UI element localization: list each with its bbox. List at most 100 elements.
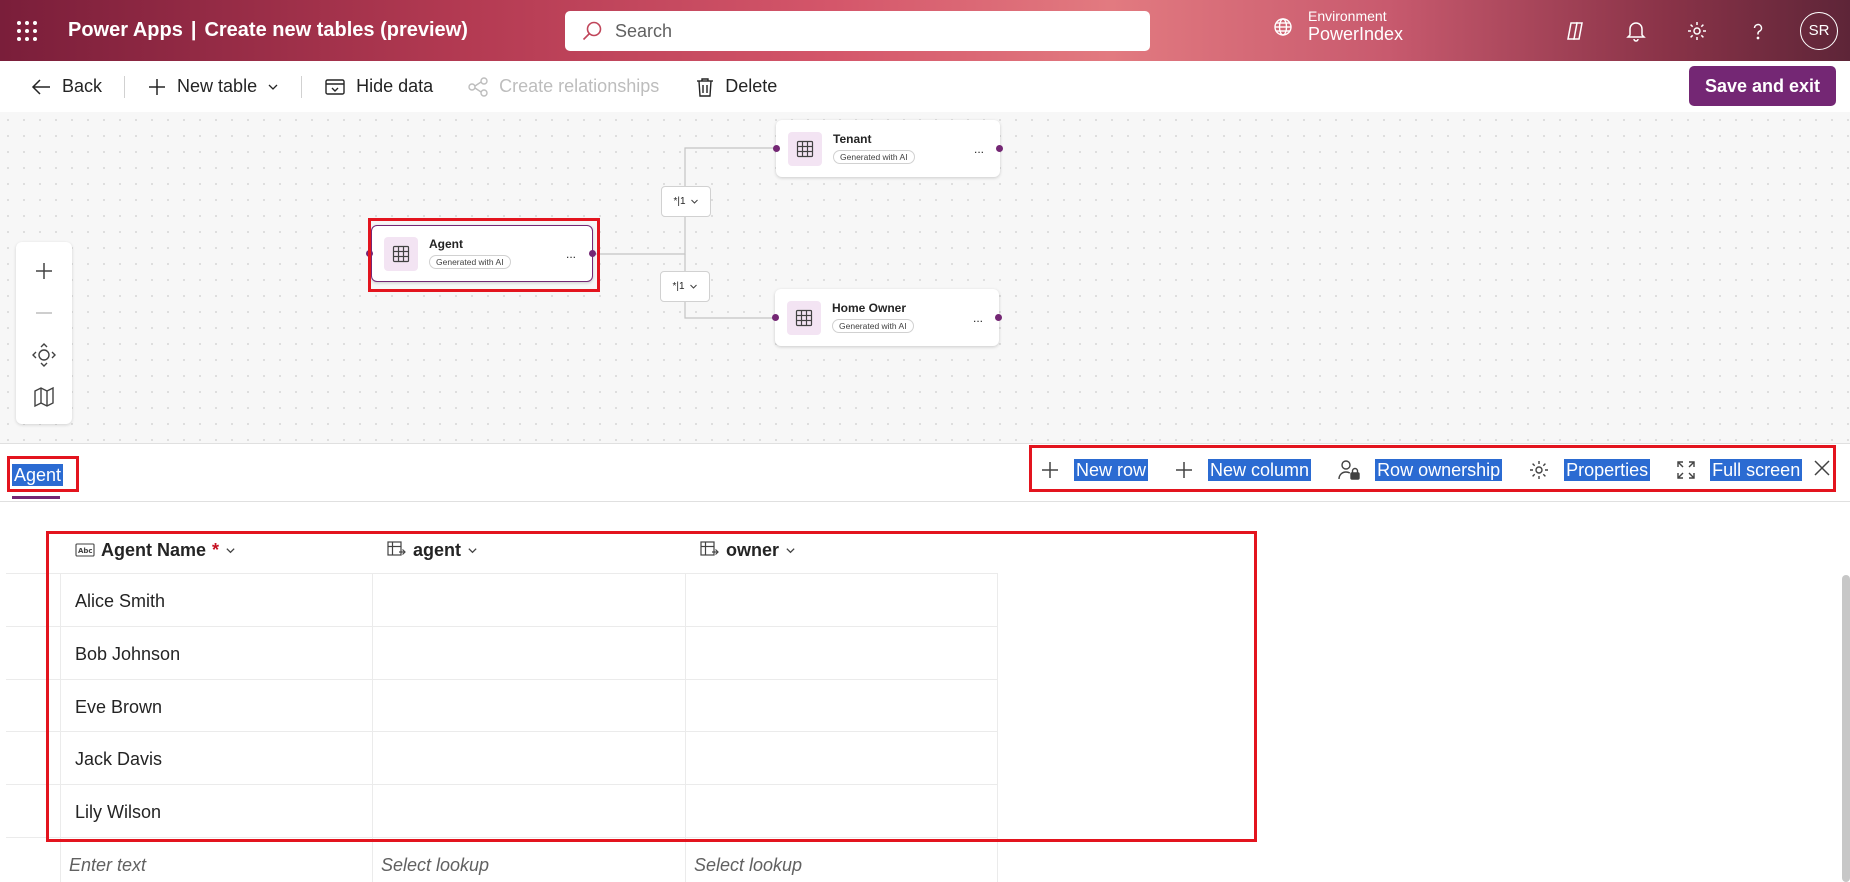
create-relationships-label: Create relationships — [499, 76, 660, 96]
row-divider — [6, 573, 998, 574]
fit-view-button[interactable] — [24, 334, 64, 376]
column-header-label: owner — [726, 539, 780, 560]
table-cell[interactable]: Eve Brown — [75, 697, 162, 718]
table-icon — [384, 236, 418, 271]
copilot-icon[interactable] — [1544, 0, 1605, 61]
table-icon — [788, 131, 822, 166]
row-ownership-label: Row ownership — [1375, 459, 1503, 481]
bell-icon[interactable] — [1605, 0, 1666, 61]
trash-icon — [697, 77, 714, 97]
avatar[interactable]: SR — [1800, 11, 1838, 50]
map-icon — [34, 386, 54, 408]
back-button[interactable]: Back — [30, 76, 102, 98]
arrow-left-icon — [31, 78, 50, 95]
hide-data-button[interactable]: Hide data — [324, 76, 433, 97]
more-options-icon[interactable]: ... — [973, 311, 983, 325]
generated-badge: Generated with AI — [832, 319, 914, 333]
hide-data-icon — [325, 78, 345, 95]
relationship-badge-tenant[interactable]: *|1 — [661, 186, 711, 217]
full-screen-button[interactable]: Full screen — [1676, 459, 1803, 481]
table-cell[interactable]: Jack Davis — [75, 749, 162, 770]
relationship-badge-home-owner[interactable]: *|1 — [660, 271, 710, 302]
column-divider — [60, 573, 61, 882]
table-node-home-owner[interactable]: Home Owner Generated with AI ... — [775, 289, 999, 346]
column-header-label: Agent Name — [101, 539, 207, 560]
required-mark: * — [212, 539, 220, 560]
new-column-button[interactable]: New column — [1174, 459, 1312, 481]
app-name[interactable]: Power Apps — [68, 19, 183, 41]
divider — [301, 75, 303, 98]
lookup-column-icon — [387, 541, 406, 556]
zoom-out-button[interactable] — [24, 292, 64, 334]
table-node-agent[interactable]: Agent Generated with AI ... — [371, 225, 593, 282]
row-divider — [6, 731, 998, 732]
row-divider — [6, 626, 998, 627]
create-relationships-button[interactable]: Create relationships — [467, 76, 659, 97]
new-row-lookup-input[interactable]: Select lookup — [381, 855, 489, 876]
vertical-scrollbar[interactable] — [1842, 575, 1850, 882]
close-icon[interactable] — [1812, 458, 1832, 483]
new-row-lookup-input[interactable]: Select lookup — [694, 855, 802, 876]
data-grid: Abc Agent Name * agent owner Alice Smith … — [0, 528, 1257, 882]
connector-dot[interactable] — [773, 145, 780, 152]
lookup-column-icon — [700, 541, 719, 556]
diagram-canvas[interactable]: Tenant Generated with AI ... Agent Gener… — [0, 112, 1850, 444]
properties-label: Properties — [1564, 459, 1651, 481]
properties-button[interactable]: Properties — [1528, 459, 1651, 481]
column-header-agent-name[interactable]: Abc Agent Name * — [75, 528, 236, 572]
node-title: Tenant — [833, 132, 872, 146]
new-row-text-input[interactable]: Enter text — [69, 855, 146, 876]
more-options-icon[interactable]: ... — [974, 142, 984, 156]
chevron-down-icon — [690, 199, 698, 204]
back-label: Back — [62, 76, 103, 96]
plus-icon — [1176, 462, 1193, 478]
svg-text:Abc: Abc — [78, 547, 93, 555]
generated-badge: Generated with AI — [429, 255, 511, 269]
delete-button[interactable]: Delete — [695, 76, 777, 98]
connector-dot[interactable] — [772, 314, 779, 321]
text-column-icon: Abc — [75, 543, 95, 557]
node-title: Home Owner — [832, 301, 907, 315]
zoom-in-button[interactable] — [24, 250, 64, 292]
table-cell[interactable]: Lily Wilson — [75, 802, 161, 823]
connector-dot[interactable] — [996, 145, 1003, 152]
row-divider — [6, 784, 998, 785]
page-title: Create new tables (preview) — [204, 19, 468, 41]
table-node-tenant[interactable]: Tenant Generated with AI ... — [776, 120, 1000, 177]
connector-dot[interactable] — [366, 250, 373, 257]
search-box[interactable]: Search — [565, 11, 1150, 51]
table-cell[interactable]: Alice Smith — [75, 591, 165, 612]
more-options-icon[interactable]: ... — [566, 247, 576, 261]
node-title: Agent — [429, 237, 463, 251]
column-header-agent[interactable]: agent — [387, 528, 478, 572]
app-title: Power Apps | Create new tables (preview) — [68, 19, 468, 42]
table-cell[interactable]: Bob Johnson — [75, 644, 180, 665]
row-ownership-button[interactable]: Row ownership — [1337, 459, 1503, 481]
minimap-button[interactable] — [24, 376, 64, 418]
delete-label: Delete — [725, 76, 778, 96]
connector-dot[interactable] — [995, 314, 1002, 321]
chevron-down-icon — [468, 547, 477, 553]
table-icon — [787, 300, 821, 335]
new-table-button[interactable]: New table — [147, 76, 279, 97]
gear-icon — [1530, 461, 1549, 479]
environment-picker[interactable]: Environment PowerIndex — [1272, 8, 1403, 45]
new-row-button[interactable]: New row — [1040, 459, 1149, 481]
column-header-owner[interactable]: owner — [700, 528, 796, 572]
search-input[interactable]: Search — [615, 21, 672, 42]
gear-icon[interactable] — [1666, 0, 1727, 61]
full-screen-label: Full screen — [1710, 459, 1803, 481]
app-launcher-icon[interactable] — [0, 0, 54, 61]
tab-agent[interactable]: Agent — [12, 464, 64, 486]
tab-underline — [12, 496, 60, 499]
row-divider — [6, 679, 998, 680]
expand-icon — [1677, 461, 1695, 479]
help-icon[interactable] — [1727, 0, 1788, 61]
environment-value: PowerIndex — [1308, 24, 1404, 44]
save-and-exit-button[interactable]: Save and exit — [1688, 66, 1836, 106]
minus-icon — [36, 312, 52, 314]
search-icon — [582, 21, 602, 41]
connector-dot[interactable] — [589, 250, 596, 257]
command-bar: Back New table Hide data Create relation… — [0, 61, 1850, 112]
person-lock-icon — [1338, 460, 1360, 480]
